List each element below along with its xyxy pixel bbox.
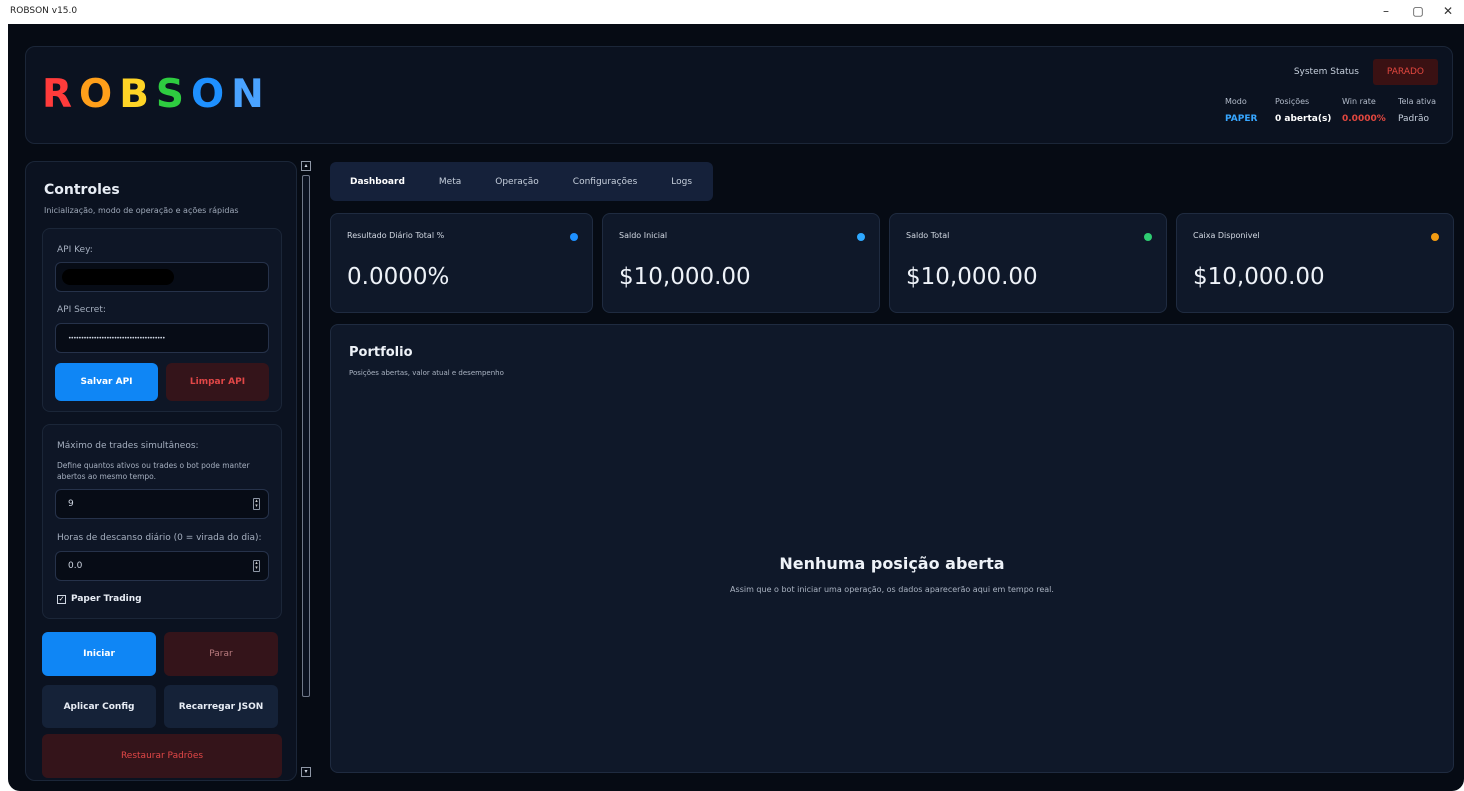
restore-defaults-button[interactable]: Restaurar Padrões — [42, 734, 282, 778]
stat-label: Posições — [1275, 97, 1310, 106]
paper-trading-label: Paper Trading — [71, 594, 142, 604]
logo-letter: O — [79, 72, 120, 117]
stat-value: Padrão — [1398, 114, 1429, 124]
scroll-up-icon[interactable]: ▴ — [301, 161, 311, 171]
stop-button[interactable]: Parar — [164, 632, 278, 676]
stat-value: PAPER — [1225, 114, 1258, 124]
clear-api-button[interactable]: Limpar API — [166, 363, 269, 401]
close-icon[interactable]: ✕ — [1440, 4, 1456, 18]
start-button[interactable]: Iniciar — [42, 632, 156, 676]
metric-value: $10,000.00 — [619, 264, 751, 290]
metric-label: Saldo Total — [906, 231, 950, 240]
logo-letter: S — [155, 72, 192, 117]
sidebar-scrollbar[interactable]: ▴ ▾ — [300, 161, 312, 781]
stat-label: Tela ativa — [1398, 97, 1437, 106]
stat-value: 0.0000% — [1342, 114, 1386, 124]
metric-label: Resultado Diário Total % — [347, 231, 445, 240]
logo-letter: O — [191, 72, 232, 117]
stepper-arrows-icon[interactable]: ▴ ▾ — [253, 560, 260, 572]
main-tabs: Dashboard Meta Operação Configurações Lo… — [330, 162, 713, 201]
system-status: System Status PARADO — [1294, 59, 1438, 85]
stat-active-screen: Tela ativa Padrão — [1398, 97, 1436, 124]
stat-label: Win rate — [1342, 97, 1376, 106]
reload-json-button[interactable]: Recarregar JSON — [164, 685, 278, 728]
stat-value: 0 aberta(s) — [1275, 114, 1332, 124]
max-trades-help: Define quantos ativos ou trades o bot po… — [57, 461, 250, 481]
metric-value: 0.0000% — [347, 264, 450, 290]
tab-logs[interactable]: Logs — [671, 177, 692, 187]
save-api-button[interactable]: Salvar API — [55, 363, 158, 401]
rest-hours-label: Horas de descanso diário (0 = virada do … — [57, 533, 262, 543]
system-status-label: System Status — [1293, 67, 1359, 77]
app-window: R O B S O N System Status PARADO Modo PA… — [8, 24, 1464, 791]
metric-card-total-balance: Saldo Total $10,000.00 — [889, 213, 1167, 313]
metric-label: Saldo Inicial — [619, 231, 668, 240]
portfolio-subtitle: Posições abertas, valor atual e desempen… — [349, 369, 504, 377]
apply-config-button[interactable]: Aplicar Config — [42, 685, 156, 728]
max-trades-value: 9 — [68, 499, 74, 509]
scroll-down-icon[interactable]: ▾ — [301, 767, 311, 777]
tab-configuracoes[interactable]: Configurações — [573, 177, 637, 187]
restore-icon[interactable]: ▢ — [1410, 4, 1426, 18]
stat-positions: Posições 0 aberta(s) — [1275, 97, 1331, 124]
metric-card-daily-result: Resultado Diário Total % 0.0000% — [330, 213, 593, 313]
tab-meta[interactable]: Meta — [439, 177, 461, 187]
metric-value: $10,000.00 — [906, 264, 1038, 290]
stat-mode: Modo PAPER — [1225, 97, 1257, 124]
metric-card-initial-balance: Saldo Inicial $10,000.00 — [602, 213, 880, 313]
stat-label: Modo — [1225, 97, 1247, 106]
logo-letter: R — [42, 72, 80, 117]
status-dot-icon — [1431, 233, 1439, 241]
sidebar-controls: Controles Inicialização, modo de operaçã… — [25, 161, 297, 781]
max-trades-label: Máximo de trades simultâneos: — [57, 441, 199, 451]
window-titlebar: ROBSON v15.0 – ▢ ✕ — [0, 0, 1464, 24]
tab-operacao[interactable]: Operação — [495, 177, 539, 187]
paper-trading-checkbox[interactable]: ✓ Paper Trading — [57, 594, 142, 604]
api-key-input[interactable] — [55, 262, 269, 292]
checkbox-icon[interactable]: ✓ — [57, 594, 66, 604]
metric-label: Caixa Disponivel — [1193, 231, 1260, 240]
window-title: ROBSON v15.0 — [10, 6, 78, 16]
header: R O B S O N System Status PARADO Modo PA… — [25, 46, 1453, 144]
metric-value: $10,000.00 — [1193, 264, 1325, 290]
metric-card-available-cash: Caixa Disponivel $10,000.00 — [1176, 213, 1454, 313]
tab-dashboard[interactable]: Dashboard — [350, 177, 405, 187]
logo-letter: B — [119, 72, 156, 117]
config-card: Máximo de trades simultâneos: Define qua… — [42, 424, 282, 619]
empty-state-subtitle: Assim que o bot iniciar uma operação, os… — [730, 585, 1054, 594]
sidebar-subtitle: Inicialização, modo de operação e ações … — [44, 206, 239, 215]
api-secret-label: API Secret: — [57, 305, 106, 315]
api-secret-input[interactable]: •••••••••••••••••••••••••••••••••••••• — [55, 323, 269, 353]
redacted-value — [62, 269, 174, 285]
max-trades-stepper[interactable]: 9 ▴ ▾ — [55, 489, 269, 519]
rest-hours-stepper[interactable]: 0.0 ▴ ▾ — [55, 551, 269, 581]
rest-hours-value: 0.0 — [68, 561, 83, 571]
status-badge: PARADO — [1372, 59, 1438, 85]
status-dot-icon — [570, 233, 578, 241]
sidebar-title: Controles — [44, 182, 120, 198]
logo: R O B S O N — [42, 72, 271, 117]
empty-state-title: Nenhuma posição aberta — [779, 554, 1005, 573]
logo-letter: N — [231, 72, 271, 117]
status-dot-icon — [1144, 233, 1152, 241]
api-card: API Key: API Secret: •••••••••••••••••••… — [42, 228, 282, 412]
portfolio-title: Portfolio — [349, 345, 413, 360]
portfolio-panel: Portfolio Posições abertas, valor atual … — [330, 324, 1454, 773]
scroll-thumb[interactable] — [302, 175, 310, 697]
minimize-icon[interactable]: – — [1378, 4, 1394, 18]
status-dot-icon — [857, 233, 865, 241]
api-key-label: API Key: — [57, 245, 93, 255]
stat-win-rate: Win rate 0.0000% — [1342, 97, 1386, 124]
stepper-arrows-icon[interactable]: ▴ ▾ — [253, 498, 260, 510]
